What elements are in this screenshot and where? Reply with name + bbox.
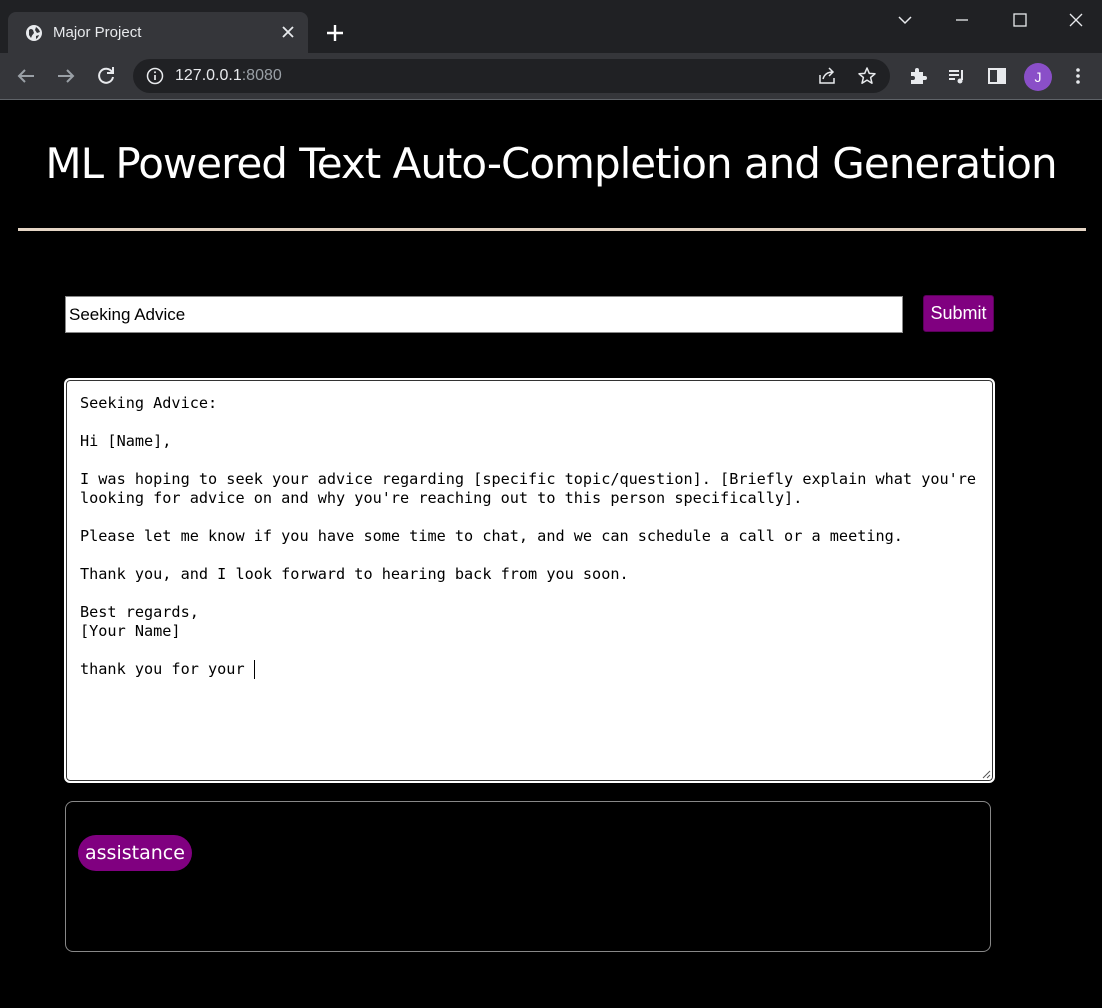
text-caret	[253, 660, 255, 679]
url-text: 127.0.0.1:8080	[175, 67, 282, 85]
site-info-icon[interactable]	[146, 67, 164, 85]
side-panel-icon[interactable]	[986, 65, 1008, 87]
suggestion-chip[interactable]: assistance	[78, 835, 192, 871]
url-host: 127.0.0.1	[175, 67, 242, 84]
maximize-icon[interactable]	[1010, 10, 1030, 30]
close-tab-icon[interactable]	[278, 22, 298, 42]
page-title: ML Powered Text Auto-Completion and Gene…	[45, 139, 1057, 188]
extensions-puzzle-icon[interactable]	[907, 65, 929, 87]
resize-grip-icon[interactable]	[981, 769, 991, 779]
header-divider	[18, 228, 1086, 231]
tab-search-chevron-icon[interactable]	[895, 10, 915, 30]
minimize-icon[interactable]	[952, 10, 972, 30]
browser-tab[interactable]: Major Project	[8, 12, 308, 53]
profile-avatar[interactable]: J	[1024, 63, 1052, 91]
globe-icon	[26, 25, 42, 41]
topic-input[interactable]	[65, 296, 903, 333]
share-icon[interactable]	[817, 66, 837, 86]
generated-text-editor[interactable]: Seeking Advice: Hi [Name], I was hoping …	[64, 378, 995, 783]
suggestions-panel: assistance	[65, 801, 991, 952]
bookmark-star-icon[interactable]	[857, 66, 877, 86]
editor-text: Seeking Advice: Hi [Name], I was hoping …	[80, 394, 977, 678]
browser-toolbar: 127.0.0.1:8080 J	[0, 53, 1102, 100]
more-menu-icon[interactable]	[1067, 65, 1089, 87]
new-tab-plus-icon[interactable]	[323, 21, 347, 45]
reload-icon[interactable]	[94, 64, 118, 88]
url-port: :8080	[241, 67, 282, 84]
address-bar[interactable]: 127.0.0.1:8080	[133, 59, 890, 93]
tab-title: Major Project	[53, 24, 142, 41]
back-arrow-icon[interactable]	[14, 64, 38, 88]
browser-titlebar: Major Project	[0, 0, 1102, 53]
submit-button[interactable]: Submit	[923, 295, 994, 332]
close-window-icon[interactable]	[1066, 10, 1086, 30]
editor-content[interactable]: Seeking Advice: Hi [Name], I was hoping …	[80, 394, 985, 679]
media-queue-icon[interactable]	[946, 65, 968, 87]
forward-arrow-icon[interactable]	[54, 64, 78, 88]
